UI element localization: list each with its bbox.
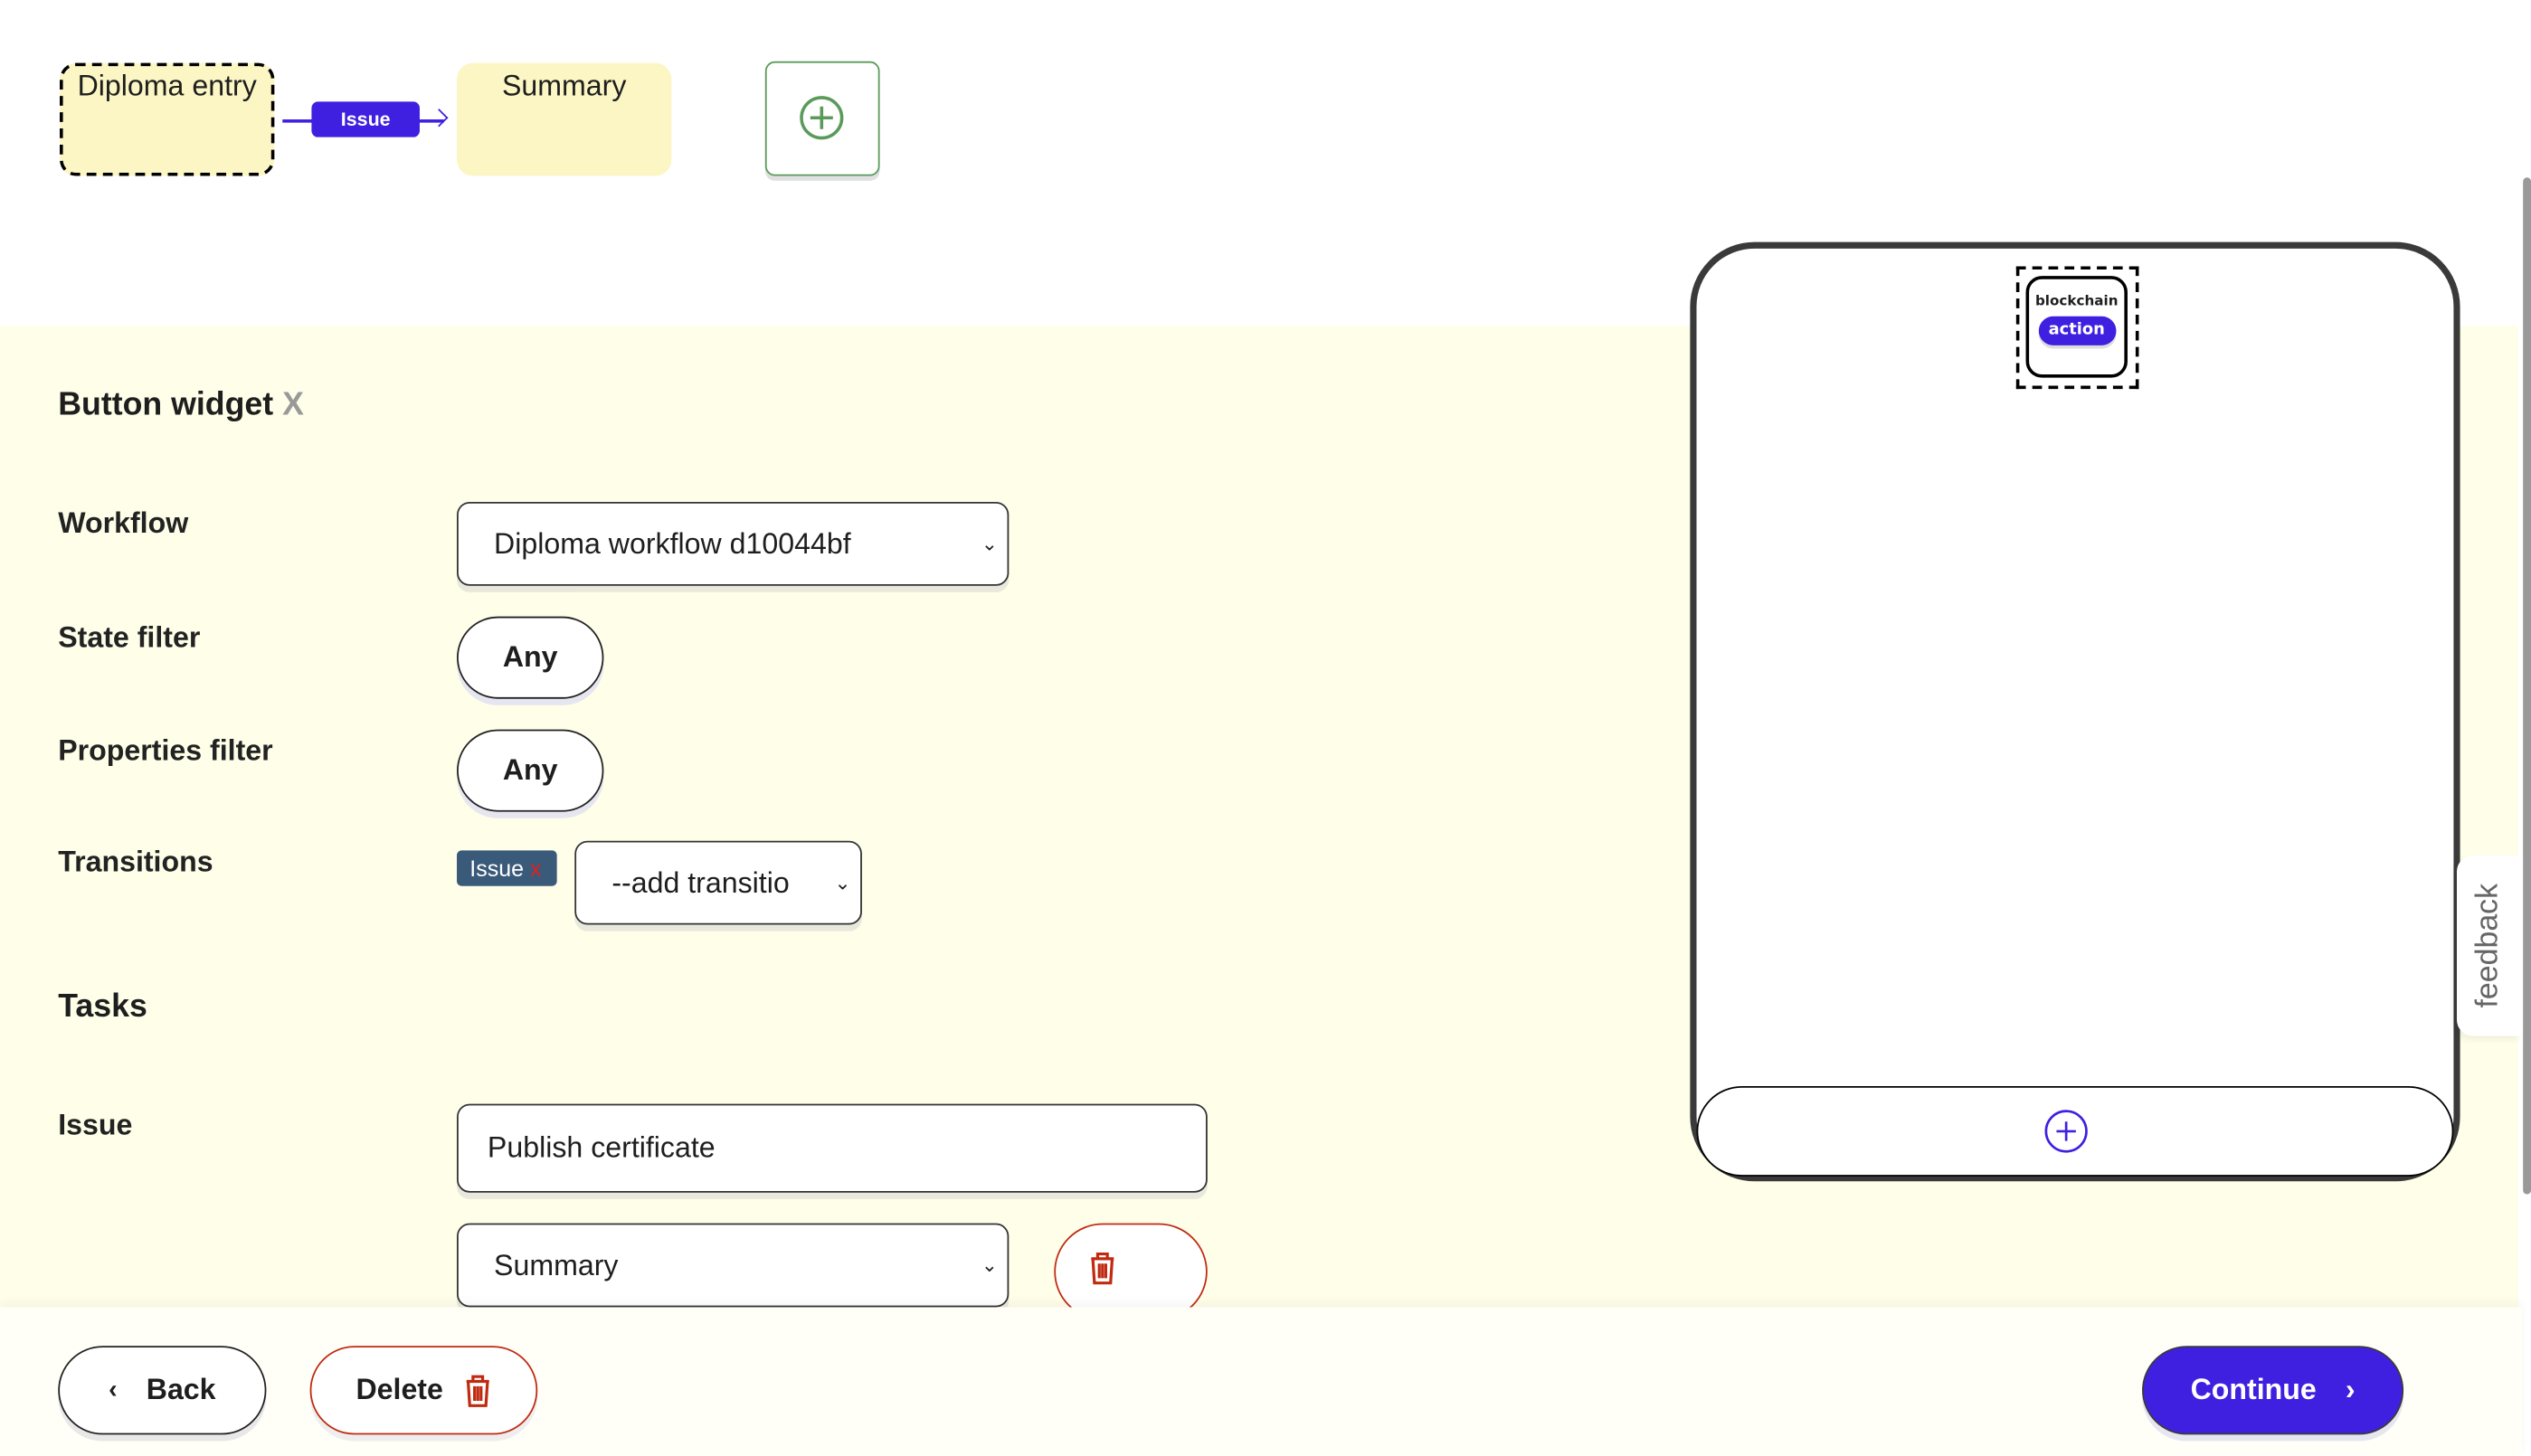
widget-title: Button widget X: [58, 387, 304, 424]
task-name-input[interactable]: Publish certificate: [457, 1103, 1208, 1193]
properties-filter-label: Properties filter: [58, 733, 273, 767]
transitions-label: Transitions: [58, 846, 213, 878]
transition-tag: Issue x: [457, 850, 557, 886]
widget-label: blockchain: [2034, 293, 2119, 310]
chevron-down-icon: ⌄: [981, 1253, 998, 1277]
node-label: Summary: [501, 69, 627, 102]
delete-task-button[interactable]: [1054, 1223, 1208, 1320]
task-target-value: Summary: [494, 1248, 619, 1281]
back-label: Back: [146, 1373, 216, 1406]
chevron-right-icon: ›: [2345, 1373, 2356, 1406]
arrow-head-icon: [430, 109, 449, 128]
delete-button[interactable]: Delete: [309, 1346, 538, 1435]
remove-transition-button[interactable]: x: [530, 856, 541, 882]
task-target-select[interactable]: Summary ⌄: [457, 1223, 1010, 1308]
preview-widget-selected[interactable]: blockchain action: [2015, 266, 2139, 390]
page: Diploma entry Issue Summary Button widge…: [0, 0, 2531, 1456]
workflow-value: Diploma workflow d10044bf: [494, 526, 851, 560]
widget-title-text: Button widget: [58, 387, 274, 423]
blockchain-widget: blockchain action: [2025, 276, 2128, 378]
scrollbar[interactable]: [2523, 177, 2531, 1195]
workflow-label: Workflow: [58, 506, 189, 540]
state-filter-button[interactable]: Any: [457, 616, 604, 699]
flow-node-diploma-entry[interactable]: Diploma entry: [60, 62, 275, 176]
properties-filter-button[interactable]: Any: [457, 729, 604, 812]
feedback-label: feedback: [2471, 883, 2506, 1008]
continue-button[interactable]: Continue ›: [2142, 1346, 2404, 1435]
transition-badge-issue[interactable]: Issue: [311, 101, 420, 137]
chevron-left-icon: ‹: [109, 1376, 118, 1404]
action-button[interactable]: action: [2037, 316, 2116, 345]
chevron-down-icon: ⌄: [834, 871, 851, 894]
add-transition-placeholder: --add transitio: [611, 865, 790, 899]
plus-circle-icon: [2044, 1110, 2088, 1153]
task-label: Issue: [58, 1108, 133, 1141]
task-name-value: Publish certificate: [487, 1130, 716, 1164]
back-button[interactable]: ‹ Back: [58, 1346, 267, 1435]
plus-circle-icon: [800, 96, 844, 140]
delete-label: Delete: [355, 1373, 443, 1406]
chevron-down-icon: ⌄: [981, 532, 998, 555]
node-label: Diploma entry: [77, 69, 257, 102]
close-widget-button[interactable]: X: [282, 387, 304, 422]
transition-tag-label: Issue: [469, 855, 525, 882]
tasks-heading: Tasks: [58, 988, 147, 1026]
trash-icon: [465, 1374, 488, 1407]
workflow-select[interactable]: Diploma workflow d10044bf ⌄: [457, 501, 1010, 586]
preview-frame: blockchain action: [1690, 241, 2460, 1182]
continue-label: Continue: [2190, 1373, 2317, 1406]
state-filter-label: State filter: [58, 621, 201, 654]
preview-add-bar[interactable]: [1696, 1085, 2454, 1177]
trash-icon: [1091, 1252, 1114, 1285]
feedback-tab[interactable]: feedback: [2457, 855, 2522, 1036]
add-state-button[interactable]: [764, 61, 880, 176]
flow-node-summary[interactable]: Summary: [457, 62, 672, 176]
add-transition-select[interactable]: --add transitio ⌄: [574, 840, 862, 925]
